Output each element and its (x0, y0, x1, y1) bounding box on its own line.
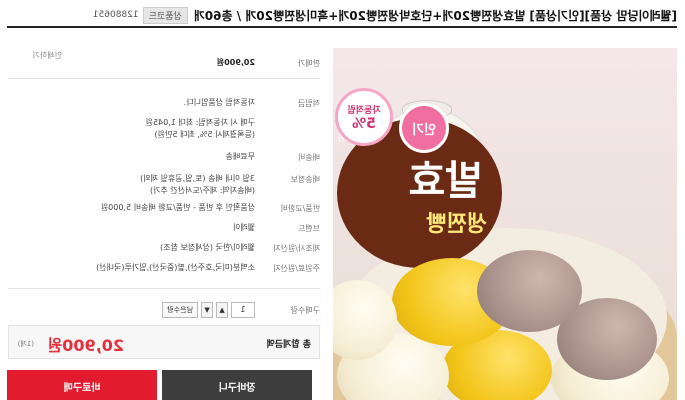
divider (8, 78, 320, 79)
maker-value: 웰레이/한국 (상세정보 참조) (160, 243, 255, 252)
shipping-value: 무료배송 (225, 152, 255, 161)
points-label: 적립금 (297, 99, 320, 108)
divider (8, 288, 320, 289)
total-value: 20,900원 (47, 336, 124, 355)
points-note-value: (등록결제시 5%, 최대 5만원) (154, 130, 255, 139)
total-label: 총 합계금액 (266, 340, 311, 350)
return-value: 상품확인 후 반품 - 반품/교환 배송비 5,000원 (100, 203, 255, 212)
quantity-stepper: 1 ▲ ▼ 남은수량 (162, 302, 255, 318)
price-value: 20,900원 (216, 58, 255, 67)
discount-line1: 자동적립 (347, 105, 381, 116)
discount-line2: 5% (352, 115, 376, 132)
delivery-note-value: (배송지역: 제주/도서산간 추가) (149, 186, 255, 195)
product-image[interactable]: 발효 생찐빵 쫀득 고소한 인기 자동적립 5% (333, 48, 677, 400)
total-qty: (1개) (17, 340, 34, 348)
title-bar: [웰레이당맘 상품][인기상품] 발효생찐빵20개+단호박생찐빵20개+흑미생찐… (7, 4, 677, 28)
quantity-input[interactable]: 1 (231, 302, 255, 318)
quantity-label: 구매수량 (290, 306, 320, 315)
product-info: 인쇄하기 판매가 20,900원 적립금 자동적립 상품입니다. 구매 시 자동… (7, 40, 321, 400)
brand-value: 웰레이 (232, 223, 255, 232)
banner-sub-text: 생찐빵 (426, 211, 487, 237)
product-code: 12880651 (92, 10, 139, 20)
delivery-label: 배송정보 (290, 175, 320, 184)
quantity-down-icon[interactable]: ▼ (201, 302, 213, 318)
bun-multi (477, 250, 582, 332)
brand-label: 브랜드 (297, 224, 320, 233)
return-label: 반품/교환비 (280, 204, 321, 213)
ingredient-value: 소맥분(미국,호주산),팥(중국산),밀가루(국내산) (96, 263, 255, 272)
delivery-value: 3일 이내 배송 (토,일,공휴일 제외) (140, 174, 255, 183)
maker-label: 제조사/원산지 (273, 244, 320, 253)
ingredient-label: 주원료/원산지 (273, 264, 320, 273)
quantity-apply-button[interactable]: 남은수량 (162, 302, 198, 318)
banner-main-text: 발효 (408, 157, 482, 204)
points-detail-value: 구매 시 자동적립: 최대 1,045원 (145, 118, 255, 127)
product-title: [웰레이당맘 상품][인기상품] 발효생찐빵20개+단호박생찐빵20개+흑미생찐… (193, 8, 677, 23)
product-page: [웰레이당맘 상품][인기상품] 발효생찐빵20개+단호박생찐빵20개+흑미생찐… (0, 0, 685, 400)
product-code-badge: 상품코드 (142, 6, 188, 24)
best-sticker-text: 인기 (412, 122, 436, 138)
best-sticker: 인기 (399, 103, 449, 153)
cart-button[interactable]: 장바구니 (162, 370, 312, 400)
shipping-label: 배송비 (297, 153, 320, 162)
quantity-up-icon[interactable]: ▲ (216, 302, 228, 318)
price-label: 판매가 (297, 59, 320, 68)
points-value: 자동적립 상품입니다. (183, 98, 255, 107)
discount-sticker: 자동적립 5% (335, 88, 393, 146)
total-box: 총 합계금액 20,900원 (1개) (8, 325, 320, 359)
buy-now-button[interactable]: 바로구매 (7, 370, 157, 400)
